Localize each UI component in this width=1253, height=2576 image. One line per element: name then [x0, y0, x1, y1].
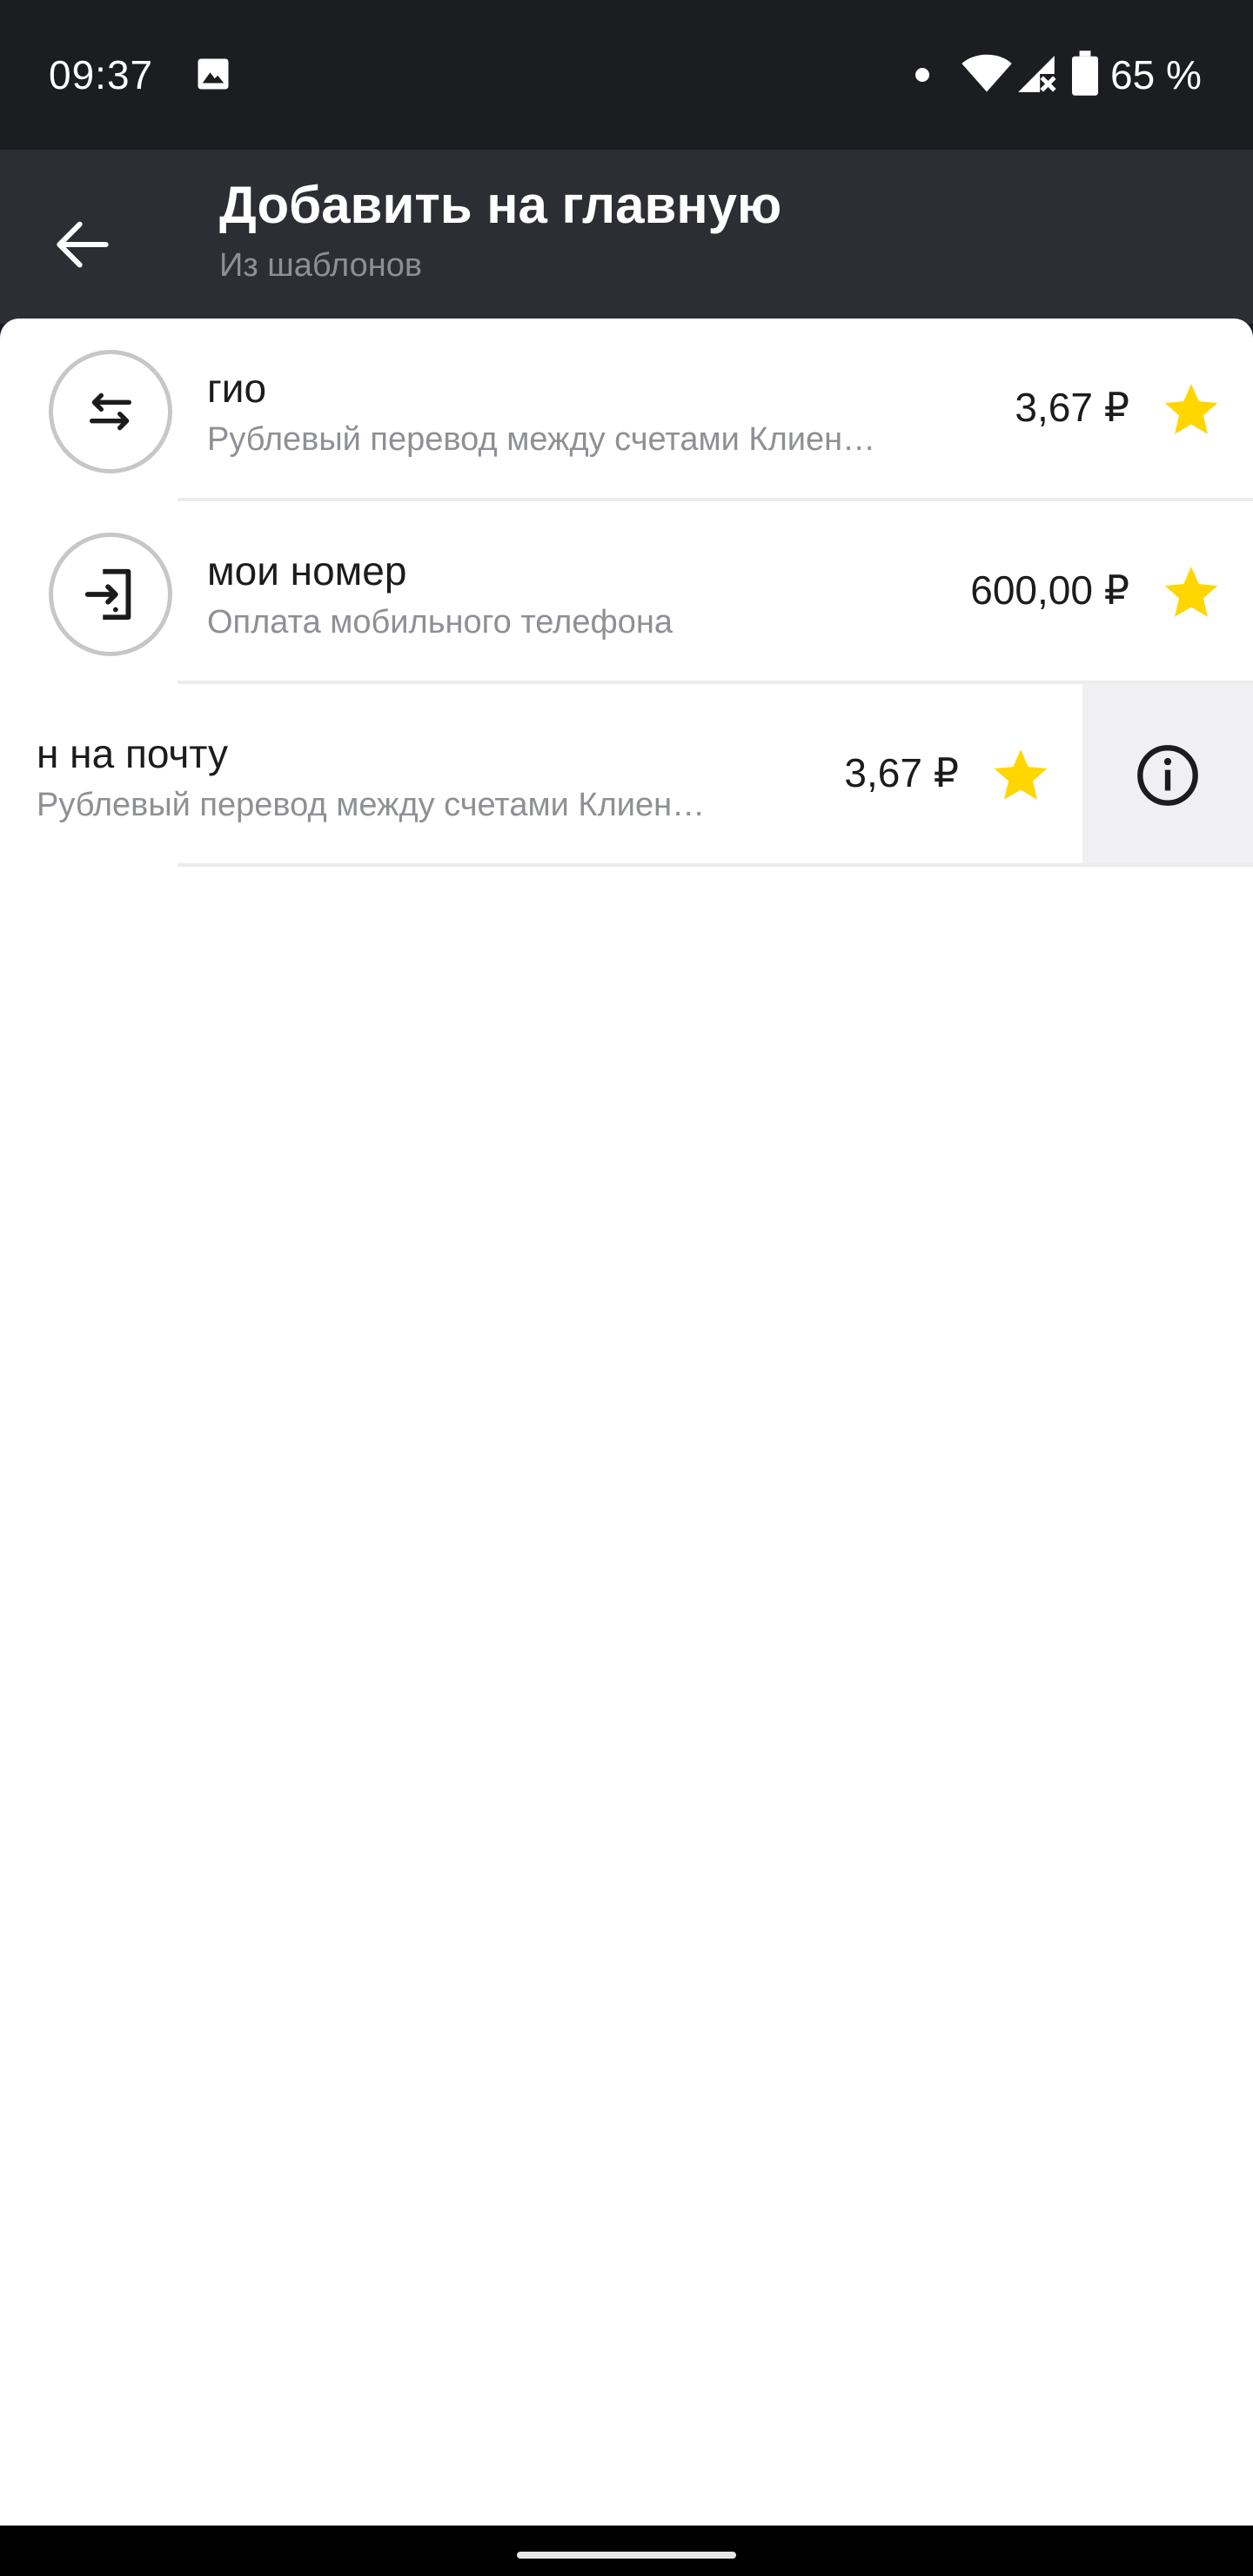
info-button[interactable]: [1082, 684, 1253, 867]
arrow-left-icon: [57, 221, 109, 268]
back-button[interactable]: [35, 197, 131, 292]
template-subtitle: Оплата мобильного телефона: [207, 604, 673, 641]
star-icon[interactable]: [990, 745, 1051, 806]
star-icon[interactable]: [1161, 562, 1222, 623]
template-title: гио: [207, 366, 267, 411]
page-title: Добавить на главную: [219, 176, 782, 234]
template-subtitle: Рублевый перевод между счетами Клиен…: [207, 421, 876, 458]
template-row-swiped[interactable]: н на почту Рублевый перевод между счетам…: [0, 684, 1253, 867]
phone-payment-icon: [84, 568, 131, 621]
battery-icon: [1072, 50, 1098, 96]
template-amount: 3,67 ₽: [844, 750, 959, 795]
template-row[interactable]: гио Рублевый перевод между счетами Клиен…: [0, 319, 1253, 501]
signal-icon: [1018, 56, 1056, 92]
swiped-row-content[interactable]: н на почту Рублевый перевод между счетам…: [0, 684, 1082, 863]
battery-percentage: 65 %: [1110, 52, 1202, 97]
row-icon-circle: [49, 350, 172, 473]
star-icon[interactable]: [1161, 379, 1222, 440]
gallery-icon: [198, 58, 229, 90]
template-amount: 600,00 ₽: [970, 567, 1129, 613]
transfer-arrows-icon: [90, 392, 131, 431]
notification-dot-icon: [915, 68, 929, 82]
template-title: н на почту: [37, 731, 228, 776]
template-subtitle: Рублевый перевод между счетами Клиен…: [37, 787, 706, 823]
wifi-icon: [962, 54, 1012, 92]
app-bar: Добавить на главную Из шаблонов: [0, 150, 1253, 324]
page-subtitle: Из шаблонов: [219, 247, 423, 284]
navigation-bar: [0, 2526, 1253, 2576]
template-row[interactable]: мои номер Оплата мобильного телефона 600…: [0, 501, 1253, 684]
template-amount: 3,67 ₽: [1015, 385, 1129, 430]
row-icon-circle: [49, 533, 172, 656]
status-time: 09:37: [49, 52, 154, 97]
divider: [178, 863, 1253, 867]
templates-list: гио Рублевый перевод между счетами Клиен…: [0, 319, 1253, 2526]
status-bar: 09:37 65 %: [0, 0, 1253, 150]
template-title: мои номер: [207, 548, 407, 594]
info-icon: [1137, 745, 1198, 806]
home-indicator[interactable]: [517, 2552, 736, 2559]
